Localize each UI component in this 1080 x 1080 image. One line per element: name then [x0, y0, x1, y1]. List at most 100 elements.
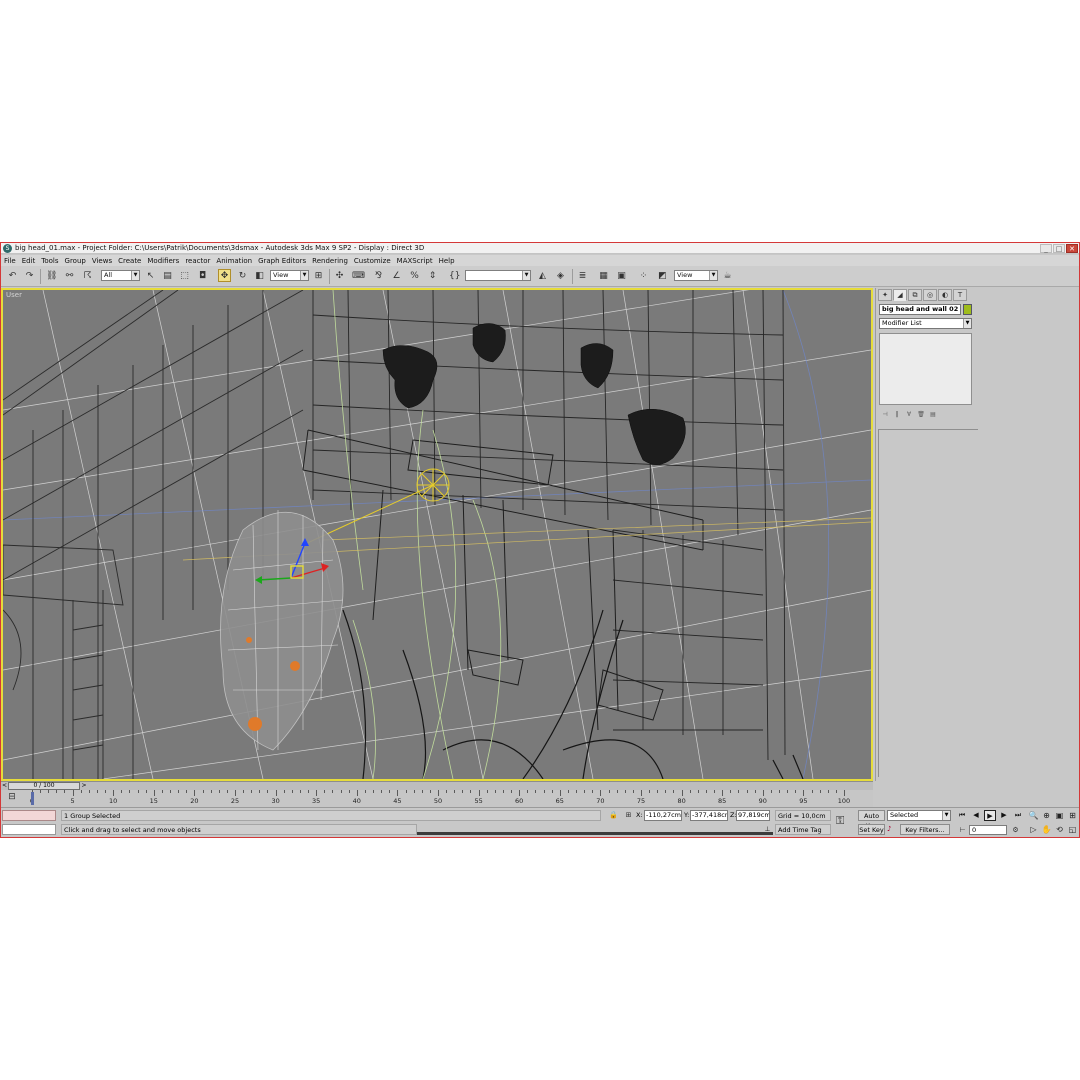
angle-snap-icon[interactable]: ∠ [390, 269, 403, 282]
close-button[interactable]: ✕ [1066, 243, 1078, 253]
key-filters-button[interactable]: Key Filters... [900, 824, 950, 835]
schematic-view-icon[interactable]: ▣ [615, 269, 628, 282]
field-of-view-icon[interactable]: ▷ [1028, 824, 1039, 835]
arc-rotate-icon[interactable]: ⟲ [1054, 824, 1065, 835]
zoom-all-icon[interactable]: ⊕ [1041, 810, 1052, 821]
menu-maxscript[interactable]: MAXScript [397, 257, 433, 265]
menu-file[interactable]: File [4, 257, 16, 265]
render-scene-dialog-icon[interactable]: ◩ [656, 269, 669, 282]
bind-to-space-warp-icon[interactable]: ☈ [81, 269, 94, 282]
time-slider-prev-arrow[interactable]: < [1, 782, 8, 790]
menu-customize[interactable]: Customize [354, 257, 391, 265]
render-view-dropdown[interactable]: View ▼ [674, 270, 718, 281]
select-and-scale-icon[interactable]: ◧ [253, 269, 266, 282]
modifier-list-dropdown[interactable]: Modifier List ▼ [879, 318, 972, 329]
perspective-viewport[interactable]: User [1, 288, 873, 781]
default-in-out-tangents-icon[interactable]: ♪ [887, 825, 897, 835]
maxscript-listener-output[interactable] [2, 810, 56, 821]
minimize-button[interactable]: _ [1040, 243, 1052, 253]
track-bar-ruler[interactable]: 0510152025303540455055606570758085909510… [30, 790, 850, 807]
create-tab-icon[interactable]: ✦ [878, 289, 892, 301]
app-logo-icon[interactable]: S [3, 243, 12, 253]
track-bar[interactable]: ⊟ 05101520253035404550556065707580859095… [1, 790, 873, 807]
key-mode-toggle-icon[interactable]: ⊢ [958, 826, 967, 835]
time-tag-icon[interactable]: ⟂ [763, 825, 772, 834]
select-and-move-icon[interactable]: ✥ [218, 269, 231, 282]
redo-icon[interactable]: ↷ [23, 269, 36, 282]
configure-modifier-sets-icon[interactable]: ▤ [929, 411, 937, 419]
menu-group[interactable]: Group [65, 257, 86, 265]
edit-named-selection-icon[interactable]: {} [448, 269, 461, 282]
keyboard-shortcut-override-icon[interactable]: ⌨ [351, 269, 365, 282]
x-coordinate-field[interactable]: -110,27cm [644, 810, 682, 821]
add-time-tag-button[interactable]: Add Time Tag [775, 824, 831, 835]
motion-tab-icon[interactable]: ◎ [923, 289, 937, 301]
remove-modifier-icon[interactable]: 🗑 [917, 411, 925, 419]
curve-editor-icon[interactable]: ▦ [597, 269, 610, 282]
go-to-start-icon[interactable]: ⏮ [956, 810, 968, 821]
window-crossing-icon[interactable]: ◘ [196, 269, 209, 282]
menu-graph-editors[interactable]: Graph Editors [258, 257, 306, 265]
key-icon[interactable]: ⚿ [836, 814, 854, 828]
utilities-tab-icon[interactable]: T [953, 289, 967, 301]
material-editor-icon[interactable]: ⁘ [637, 269, 650, 282]
menu-help[interactable]: Help [439, 257, 455, 265]
mirror-icon[interactable]: ◭ [536, 269, 549, 282]
snaps-toggle-icon[interactable]: ⅋ [372, 269, 385, 282]
current-frame-marker[interactable] [31, 792, 34, 805]
modifier-stack[interactable] [879, 333, 972, 405]
display-tab-icon[interactable]: ◐ [938, 289, 952, 301]
lock-selection-icon[interactable]: 🔒 [609, 811, 618, 820]
make-unique-icon[interactable]: ∀ [905, 411, 913, 419]
key-mode-selection-dropdown[interactable]: Selected ▼ [887, 810, 951, 821]
maxscript-listener-input[interactable] [2, 824, 56, 835]
select-and-rotate-icon[interactable]: ↻ [236, 269, 249, 282]
select-and-manipulate-icon[interactable]: ✣ [333, 269, 346, 282]
menu-views[interactable]: Views [92, 257, 112, 265]
modify-tab-icon[interactable]: ◢ [893, 289, 907, 301]
object-name-field[interactable]: big head and wall 02 [879, 304, 961, 315]
named-selection-sets-dropdown[interactable]: ▼ [465, 270, 531, 281]
time-slider-next-arrow[interactable]: > [80, 782, 88, 790]
absolute-mode-transform-icon[interactable]: ⊞ [624, 811, 633, 820]
percent-snap-icon[interactable]: % [408, 269, 421, 282]
open-mini-curve-editor-icon[interactable]: ⊟ [6, 792, 18, 803]
rectangular-selection-icon[interactable]: ⬚ [178, 269, 191, 282]
auto-key-button[interactable]: Auto Key [858, 810, 885, 830]
select-object-icon[interactable]: ↖ [144, 269, 157, 282]
select-and-link-icon[interactable]: ⛓ [45, 269, 58, 282]
maximize-button[interactable]: □ [1053, 243, 1065, 253]
menu-create[interactable]: Create [118, 257, 141, 265]
select-by-name-icon[interactable]: ▤ [161, 269, 174, 282]
reference-coordinate-dropdown[interactable]: View ▼ [270, 270, 309, 281]
pin-stack-icon[interactable]: ⊣ [881, 411, 889, 419]
unlink-selection-icon[interactable]: ⚯ [63, 269, 76, 282]
time-slider[interactable]: < 0 / 100 > [1, 781, 873, 790]
zoom-extents-icon[interactable]: ▣ [1054, 810, 1065, 821]
spinner-snap-icon[interactable]: ⇕ [426, 269, 439, 282]
next-frame-icon[interactable]: ▶ [998, 810, 1010, 821]
previous-frame-icon[interactable]: ◀ [970, 810, 982, 821]
object-color-swatch[interactable] [963, 304, 972, 315]
z-coordinate-field[interactable]: 97,819cm [736, 810, 770, 821]
current-frame-field[interactable]: 0 [969, 825, 1007, 835]
zoom-icon[interactable]: 🔍 [1028, 810, 1039, 821]
menu-tools[interactable]: Tools [41, 257, 58, 265]
menu-rendering[interactable]: Rendering [312, 257, 348, 265]
show-end-result-icon[interactable]: ‖ [893, 411, 901, 419]
go-to-end-icon[interactable]: ⏭ [1012, 810, 1024, 821]
selection-filter-dropdown[interactable]: All ▼ [101, 270, 140, 281]
use-pivot-center-icon[interactable]: ⊞ [312, 269, 325, 282]
layer-manager-icon[interactable]: ≣ [576, 269, 589, 282]
time-slider-thumb[interactable]: 0 / 100 [8, 782, 80, 790]
pan-view-icon[interactable]: ✋ [1041, 824, 1052, 835]
zoom-extents-all-icon[interactable]: ⊞ [1067, 810, 1078, 821]
menu-modifiers[interactable]: Modifiers [147, 257, 179, 265]
menu-reactor[interactable]: reactor [185, 257, 210, 265]
align-icon[interactable]: ◈ [554, 269, 567, 282]
menu-edit[interactable]: Edit [22, 257, 36, 265]
quick-render-teapot-icon[interactable]: ☕ [721, 269, 734, 282]
menu-animation[interactable]: Animation [216, 257, 252, 265]
time-configuration-icon[interactable]: ⚙ [1011, 826, 1020, 835]
play-icon[interactable]: ▶ [984, 810, 996, 821]
